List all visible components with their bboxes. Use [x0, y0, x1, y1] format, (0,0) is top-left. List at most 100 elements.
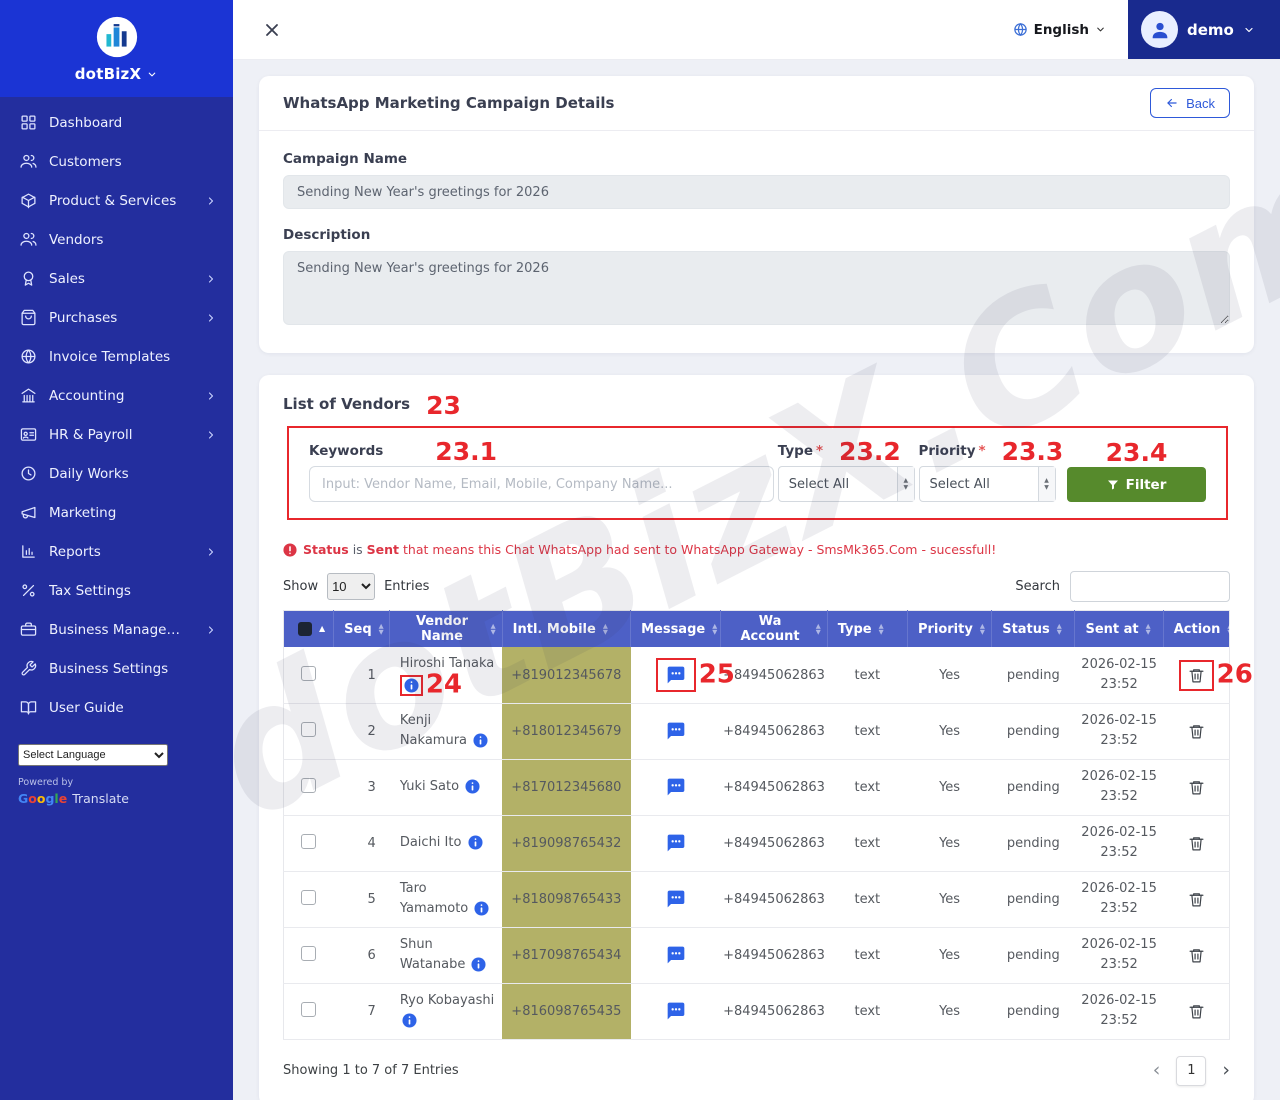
vendor-name: Daichi Ito: [400, 835, 466, 850]
sidebar-item-tax-settings[interactable]: Tax Settings: [0, 571, 233, 610]
campaign-name-input[interactable]: [283, 175, 1230, 209]
sidebar-item-marketing[interactable]: Marketing: [0, 493, 233, 532]
column-header-priority[interactable]: Priority▲▼: [907, 610, 991, 647]
close-icon: [262, 20, 282, 40]
message-icon[interactable]: [666, 945, 686, 965]
invoice-templates-icon: [20, 348, 37, 365]
row-checkbox[interactable]: [301, 722, 316, 737]
delete-icon[interactable]: [1188, 667, 1205, 684]
sidebar-item-label: Sales: [49, 271, 85, 287]
sidebar-item-user-guide[interactable]: User Guide: [0, 688, 233, 727]
sidebar-item-hr-payroll[interactable]: HR & Payroll: [0, 415, 233, 454]
sidebar-item-product-services[interactable]: Product & Services: [0, 181, 233, 220]
column-header-seq[interactable]: Seq▲▼: [334, 610, 390, 647]
delete-icon[interactable]: [1188, 779, 1205, 796]
column-header-select[interactable]: ▲: [284, 610, 334, 647]
type-select[interactable]: Select All ▲▼: [778, 466, 915, 502]
back-button[interactable]: Back: [1150, 88, 1230, 118]
column-header-message[interactable]: Message▲▼: [631, 610, 721, 647]
wa-account: +84945062863: [721, 703, 827, 759]
priority-select[interactable]: Select All ▲▼: [919, 466, 1056, 502]
sidebar-item-label: Invoice Templates: [49, 349, 170, 365]
sidebar-item-invoice-templates[interactable]: Invoice Templates: [0, 337, 233, 376]
sidebar-item-business-management[interactable]: Business Management: [0, 610, 233, 649]
vendors-section-title: List of Vendors: [283, 395, 410, 413]
vendors-icon: [20, 231, 37, 248]
brand[interactable]: dotBizX: [0, 0, 233, 97]
sidebar-item-label: Marketing: [49, 505, 116, 521]
sidebar-item-accounting[interactable]: Accounting: [0, 376, 233, 415]
keywords-input[interactable]: [309, 466, 774, 502]
language-select[interactable]: Select Language: [18, 744, 168, 766]
sidebar-item-label: Business Management: [49, 622, 193, 638]
delete-icon[interactable]: [1188, 947, 1205, 964]
message-icon[interactable]: [666, 1001, 686, 1021]
priority-value: Yes: [907, 703, 991, 759]
sidebar-item-dashboard[interactable]: Dashboard: [0, 103, 233, 142]
delete-icon[interactable]: [1188, 723, 1205, 740]
sidebar-item-customers[interactable]: Customers: [0, 142, 233, 181]
message-icon[interactable]: [666, 721, 686, 741]
row-checkbox[interactable]: [301, 1002, 316, 1017]
column-header-sent-at[interactable]: Sent at▲▼: [1075, 610, 1163, 647]
sidebar-item-daily-works[interactable]: Daily Works: [0, 454, 233, 493]
brand-name: dotBizX: [75, 65, 141, 83]
select-all-checkbox[interactable]: [298, 622, 312, 636]
page-size-select[interactable]: 10: [327, 573, 375, 600]
powered-by-label: Powered by: [18, 777, 215, 788]
user-menu[interactable]: demo: [1128, 0, 1280, 59]
info-icon[interactable]: [402, 1013, 417, 1028]
delete-icon[interactable]: [1188, 835, 1205, 852]
column-header-intl-mobile[interactable]: Intl. Mobile▲▼: [502, 610, 630, 647]
sidebar-item-business-settings[interactable]: Business Settings: [0, 649, 233, 688]
row-checkbox[interactable]: [301, 946, 316, 961]
annotation-23.1: 23.1: [435, 439, 497, 464]
sidebar-item-purchases[interactable]: Purchases: [0, 298, 233, 337]
pagination-page-1[interactable]: 1: [1176, 1056, 1206, 1086]
message-icon[interactable]: [666, 833, 686, 853]
sidebar-item-vendors[interactable]: Vendors: [0, 220, 233, 259]
pagination-prev[interactable]: ‹: [1153, 1061, 1161, 1080]
search-input[interactable]: [1070, 571, 1230, 602]
sidebar-item-reports[interactable]: Reports: [0, 532, 233, 571]
info-icon[interactable]: [404, 678, 419, 693]
intl-mobile: +818098765433: [502, 871, 630, 927]
message-icon[interactable]: [666, 889, 686, 909]
info-icon[interactable]: [471, 957, 486, 972]
info-icon[interactable]: [465, 779, 480, 794]
row-checkbox[interactable]: [301, 890, 316, 905]
select-spinner-icon: ▲▼: [1038, 467, 1055, 501]
info-icon[interactable]: [474, 901, 489, 916]
column-header-vendor-name[interactable]: Vendor Name▲▼: [390, 610, 502, 647]
table-footer: Showing 1 to 7 of 7 Entries ‹ 1 ›: [283, 1056, 1230, 1086]
language-menu[interactable]: English: [1013, 22, 1106, 38]
description-textarea[interactable]: Sending New Year's greetings for 2026: [283, 251, 1230, 325]
column-header-action[interactable]: Action▲▼: [1163, 610, 1229, 647]
message-icon[interactable]: [666, 665, 686, 685]
row-checkbox[interactable]: [301, 778, 316, 793]
delete-icon[interactable]: [1188, 1003, 1205, 1020]
sidebar-item-sales[interactable]: Sales: [0, 259, 233, 298]
intl-mobile: +817098765434: [502, 927, 630, 983]
priority-value: Yes: [907, 983, 991, 1039]
status-value: pending: [992, 815, 1075, 871]
delete-icon[interactable]: [1188, 891, 1205, 908]
row-checkbox[interactable]: [301, 666, 316, 681]
wa-account: +84945062863: [721, 983, 827, 1039]
info-icon[interactable]: [473, 733, 488, 748]
row-checkbox[interactable]: [301, 834, 316, 849]
column-header-type[interactable]: Type▲▼: [827, 610, 907, 647]
google-translate-link[interactable]: GoogleTranslate: [18, 791, 215, 806]
close-button[interactable]: [259, 17, 285, 43]
chevron-right-icon: [205, 312, 217, 324]
info-icon[interactable]: [468, 835, 483, 850]
filter-button[interactable]: Filter: [1067, 467, 1206, 502]
table-row: 7 Ryo Kobayashi +816098765435 +849450628…: [284, 983, 1230, 1039]
chevron-right-icon: [205, 429, 217, 441]
pagination-next[interactable]: ›: [1222, 1061, 1230, 1080]
type-value: text: [827, 815, 907, 871]
message-icon[interactable]: [666, 777, 686, 797]
column-header-status[interactable]: Status▲▼: [992, 610, 1075, 647]
status-value: pending: [992, 983, 1075, 1039]
column-header-wa-account[interactable]: Wa Account▲▼: [721, 610, 827, 647]
